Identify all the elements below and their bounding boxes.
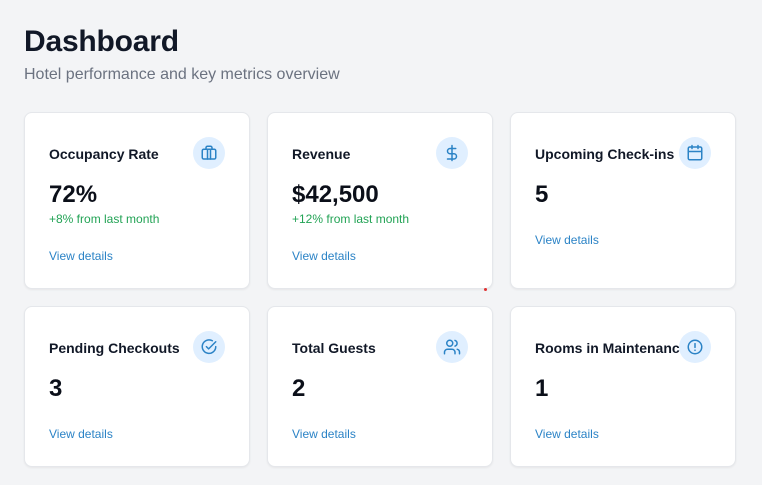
view-details-link[interactable]: View details [49,248,113,264]
card-upcoming-check-ins: Upcoming Check-ins 5 View details [510,112,736,289]
card-label: Total Guests [292,340,376,356]
dollar-icon [436,137,468,169]
indicator-dot [484,288,487,291]
page-subtitle: Hotel performance and key metrics overvi… [24,66,340,83]
card-label: Rooms in Maintenance [535,340,688,356]
card-label: Occupancy Rate [49,146,159,162]
alert-circle-icon [679,331,711,363]
card-value: 72% [49,181,98,208]
metrics-grid: Occupancy Rate 72% +8% from last month V… [24,112,736,467]
users-icon [436,331,468,363]
view-details-link[interactable]: View details [292,426,356,442]
card-change: +12% from last month [292,212,410,226]
check-circle-icon [193,331,225,363]
card-value: $42,500 [292,181,379,208]
view-details-link[interactable]: View details [292,248,356,264]
briefcase-icon [193,137,225,169]
card-label: Revenue [292,146,351,162]
page-title: Dashboard [24,25,179,58]
card-change: +8% from last month [49,212,160,226]
dashboard-page: Dashboard Hotel performance and key metr… [0,0,762,485]
card-value: 2 [292,375,306,402]
card-label: Pending Checkouts [49,340,180,356]
card-pending-checkouts: Pending Checkouts 3 View details [24,306,250,467]
card-label: Upcoming Check-ins [535,146,675,162]
card-value: 3 [49,375,63,402]
view-details-link[interactable]: View details [49,426,113,442]
view-details-link[interactable]: View details [535,426,599,442]
calendar-icon [679,137,711,169]
view-details-link[interactable]: View details [535,232,599,248]
card-value: 1 [535,375,549,402]
card-occupancy-rate: Occupancy Rate 72% +8% from last month V… [24,112,250,289]
card-total-guests: Total Guests 2 View details [267,306,493,467]
card-value: 5 [535,181,549,208]
card-revenue: Revenue $42,500 +12% from last month Vie… [267,112,493,289]
card-rooms-in-maintenance: Rooms in Maintenance 1 View details [510,306,736,467]
